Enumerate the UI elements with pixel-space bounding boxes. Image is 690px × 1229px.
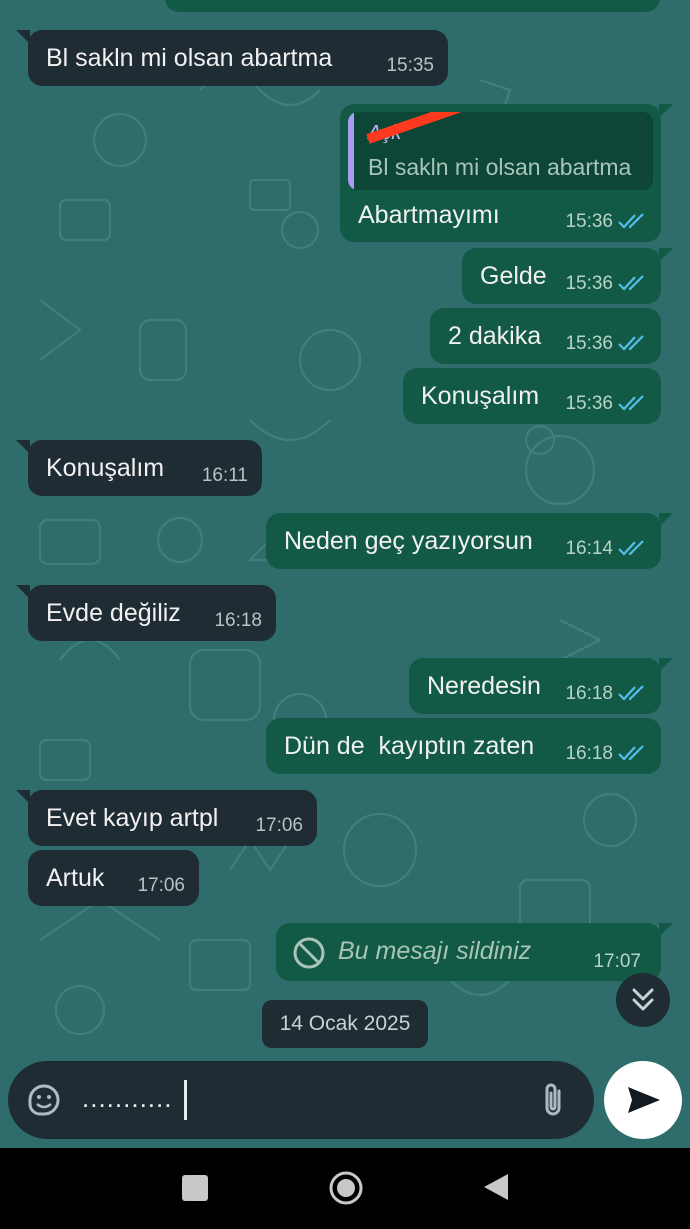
deleted-message[interactable]: Bu mesajı sildiniz 17:07 [276, 923, 673, 981]
message-text: Neden geç yazıyorsun [284, 527, 533, 555]
incoming-message[interactable]: Evde değiliz 16:18 [16, 585, 276, 641]
read-ticks-icon [618, 275, 644, 291]
send-button[interactable] [604, 1061, 682, 1139]
message-time: 16:18 [565, 743, 613, 764]
message-text: Neredesin [427, 672, 541, 700]
outgoing-message[interactable]: Gelde 15:36 [462, 248, 673, 304]
message-time: 17:06 [255, 815, 303, 836]
message-input[interactable]: ........... [82, 1083, 172, 1114]
message-time: 15:36 [565, 333, 613, 354]
read-ticks-icon [618, 745, 644, 761]
message-text: Evet kayıp artpl [46, 804, 219, 832]
read-ticks-icon [618, 335, 644, 351]
message-time: 15:36 [565, 273, 613, 294]
read-ticks-icon [618, 395, 644, 411]
previous-message-bubble[interactable] [165, 0, 660, 12]
message-text: Dün de kayıptın zaten [284, 732, 535, 760]
sticker-icon[interactable] [26, 1082, 62, 1118]
message-time: 16:18 [565, 683, 613, 704]
attach-icon[interactable] [538, 1081, 568, 1119]
deleted-ban-icon [293, 937, 325, 969]
bubble-tail [659, 248, 673, 262]
outgoing-message[interactable]: 2 dakika 15:36 [430, 308, 661, 364]
bubble-tail [16, 440, 30, 454]
double-chevron-down-icon [632, 988, 654, 1011]
bubble-tail [659, 658, 673, 672]
home-circle-icon[interactable] [328, 1170, 364, 1206]
system-navigation-bar [0, 1148, 690, 1229]
message-composer[interactable]: ........... [8, 1061, 594, 1139]
message-time: 15:35 [386, 55, 434, 76]
message-text: Konuşalım [421, 382, 540, 410]
incoming-message[interactable]: Bl sakln mi olsan abartma 15:35 [16, 30, 448, 86]
date-separator: 14 Ocak 2025 [262, 1000, 428, 1048]
incoming-message[interactable]: Evet kayıp artpl 17:06 [16, 790, 317, 846]
scroll-to-bottom-button[interactable] [616, 973, 670, 1027]
incoming-message[interactable]: Artuk 17:06 [28, 850, 199, 906]
send-icon [628, 1087, 660, 1113]
bubble-tail [659, 923, 673, 937]
outgoing-message[interactable]: Konuşalım 15:36 [403, 368, 661, 424]
message-time: 15:36 [565, 211, 613, 232]
message-text: Gelde [480, 262, 547, 290]
message-time: 16:14 [565, 538, 613, 559]
message-time: 16:18 [214, 610, 262, 631]
reply-accent-bar [348, 112, 354, 190]
outgoing-message[interactable]: Dün de kayıptın zaten 16:18 [266, 718, 661, 774]
message-time: 17:07 [593, 951, 641, 972]
deleted-text: Bu mesajı sildiniz [338, 937, 532, 965]
bubble-tail [659, 513, 673, 527]
bubble-tail [16, 30, 30, 44]
read-ticks-icon [618, 540, 644, 556]
message-text: Konuşalım [46, 454, 165, 482]
back-triangle-icon[interactable] [482, 1172, 510, 1202]
text-caret [184, 1080, 187, 1120]
read-ticks-icon [618, 213, 644, 229]
message-time: 17:06 [137, 875, 185, 896]
message-time: 15:36 [565, 393, 613, 414]
message-text: Bl sakln mi olsan abartma [46, 44, 333, 72]
incoming-message[interactable]: Konuşalım 16:11 [16, 440, 262, 496]
message-text: Abartmayımı [358, 201, 500, 229]
recents-square-icon[interactable] [182, 1175, 208, 1201]
outgoing-reply-message[interactable]: Açk Bl sakln mi olsan abartma Abartmayım… [340, 104, 673, 242]
message-time: 16:11 [201, 465, 248, 486]
message-text: Evde değiliz [46, 599, 181, 627]
message-text: Artuk [46, 864, 105, 892]
bubble-tail [16, 790, 30, 804]
quoted-reply[interactable]: Açk Bl sakln mi olsan abartma [348, 112, 653, 190]
outgoing-message[interactable]: Neredesin 16:18 [409, 658, 673, 714]
message-text: 2 dakika [448, 322, 542, 350]
outgoing-message[interactable]: Neden geç yazıyorsun 16:14 [266, 513, 673, 569]
reply-text: Bl sakln mi olsan abartma [368, 154, 632, 180]
bubble-tail [659, 104, 673, 118]
bubble-tail [16, 585, 30, 599]
read-ticks-icon [618, 685, 644, 701]
